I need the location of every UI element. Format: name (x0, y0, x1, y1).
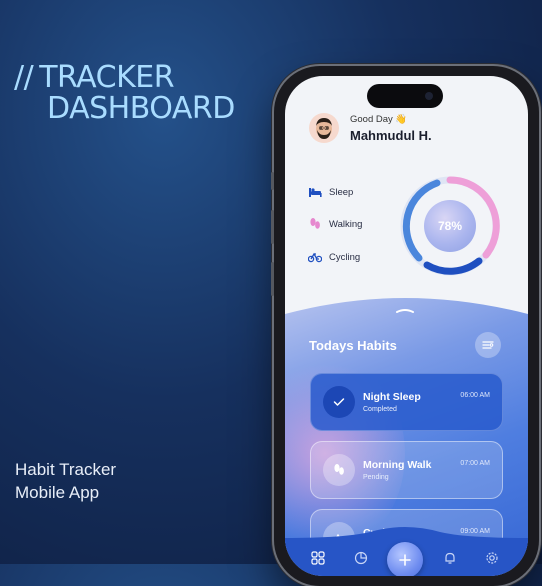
habit-name: Night Sleep (363, 391, 421, 403)
hero-title-line2: DASHBOARD (47, 91, 235, 126)
metric-label: Sleep (329, 186, 354, 198)
hero-title-line1: TRACKER (39, 60, 175, 95)
footprints-icon[interactable] (323, 454, 355, 486)
check-icon[interactable] (323, 386, 355, 418)
progress-value: 78% (424, 200, 476, 252)
user-name: Mahmudul H. (350, 128, 432, 143)
bicycle-icon (308, 250, 322, 264)
habit-status: Pending (363, 474, 389, 481)
hero-title: //TRACKER DASHBOARD (14, 62, 235, 124)
hero-slashes: // (14, 60, 34, 95)
habit-time: 07:00 AM (460, 460, 490, 467)
dynamic-island (367, 84, 443, 108)
metric-cycling[interactable]: Cycling (308, 250, 360, 264)
footprints-icon (308, 217, 322, 231)
phone-screen: Good Day 👋 Mahmudul H. Sleep Walking Cyc… (285, 76, 528, 576)
section-title: Todays Habits (309, 338, 397, 353)
phone-mute-button (271, 172, 274, 190)
plus-icon (399, 554, 411, 566)
greeting-text: Good Day 👋 (350, 114, 408, 125)
hero-subtitle-line2: Mobile App (15, 483, 100, 502)
filter-button[interactable] (475, 332, 501, 358)
hero-subtitle: Habit Tracker Mobile App (15, 458, 116, 504)
metric-walking[interactable]: Walking (308, 217, 362, 231)
panel-wave (285, 294, 528, 314)
metric-label: Walking (329, 218, 363, 230)
habit-card-night-sleep[interactable]: Night Sleep Completed 06:00 AM (310, 373, 503, 431)
sliders-icon (482, 341, 494, 349)
habit-time: 06:00 AM (460, 392, 490, 399)
habit-status: Completed (363, 406, 397, 413)
add-habit-button[interactable] (387, 542, 423, 576)
habit-card-morning-walk[interactable]: Morning Walk Pending 07:00 AM (310, 441, 503, 499)
phone-volume-up-button (271, 210, 274, 244)
hero-subtitle-line1: Habit Tracker (15, 460, 117, 479)
bed-icon (308, 185, 322, 199)
avatar[interactable] (309, 113, 339, 143)
metric-label: Cycling (329, 251, 361, 263)
metric-sleep[interactable]: Sleep (308, 185, 353, 199)
habit-name: Morning Walk (363, 459, 432, 471)
phone-volume-down-button (271, 262, 274, 296)
